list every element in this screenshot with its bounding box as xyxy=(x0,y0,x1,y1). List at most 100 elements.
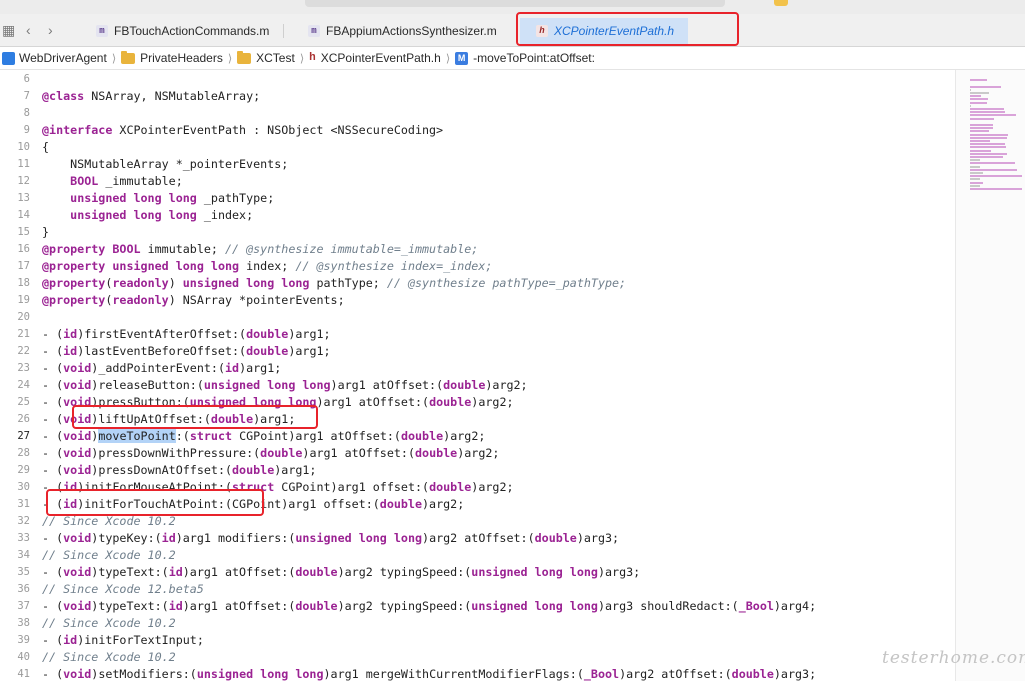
warning-indicator[interactable] xyxy=(774,0,788,6)
code-line[interactable]: 12 BOOL _immutable; xyxy=(0,173,955,190)
code-token: - ( xyxy=(42,667,64,681)
minimap-line xyxy=(970,108,1004,110)
minimap-line xyxy=(970,146,1006,149)
code-line[interactable]: 37 - (void)typeText:(id)arg1 atOffset:(do… xyxy=(0,598,955,615)
code-line[interactable]: 30 - (id)initForMouseAtPoint:(struct CGPo… xyxy=(0,479,955,496)
code-line[interactable]: 14 unsigned long long _index; xyxy=(0,207,955,224)
breadcrumb-method[interactable]: M -moveToPoint:atOffset: xyxy=(455,51,595,65)
code-keyword: double xyxy=(210,412,254,426)
tab-fbappiumactionssynthesizer[interactable]: m FBAppiumActionsSynthesizer.m xyxy=(308,18,497,44)
code-line[interactable]: 36 // Since Xcode 12.beta5 xyxy=(0,581,955,598)
code-line[interactable]: 32 // Since Xcode 10.2 xyxy=(0,513,955,530)
code-keyword: double xyxy=(246,344,289,358)
minimap-line xyxy=(970,162,1015,165)
code-line[interactable]: 28- (void)pressDownWithPressure:(double)… xyxy=(0,445,955,462)
line-number: 28 xyxy=(17,447,30,459)
code-keyword: id xyxy=(168,565,183,579)
minimap-line xyxy=(970,149,991,152)
code-line[interactable]: 9 @interface XCPointerEventPath : NSObjec… xyxy=(0,122,955,139)
code-editor[interactable]: 6 7 @class NSArray, NSMutableArray; 8 9 @inte… xyxy=(0,70,955,681)
code-text: - (id)lastEventBeforeOffset:(double)arg1… xyxy=(42,343,331,360)
line-number: 20 xyxy=(17,311,30,323)
code-line[interactable]: 25 - (void)pressButton:(unsigned long lon… xyxy=(0,394,955,411)
code-token: )lastEventBeforeOffset:( xyxy=(77,344,247,358)
code-line[interactable]: 15} xyxy=(0,224,955,241)
code-keyword: double xyxy=(232,463,275,477)
code-keyword: id xyxy=(63,480,78,494)
jump-bar-breadcrumb: WebDriverAgent ⟩ PrivateHeaders ⟩ XCTest… xyxy=(0,47,1025,70)
code-line[interactable]: 13 unsigned long long _pathType; xyxy=(0,190,955,207)
code-line[interactable]: 19 @property(readonly) NSArray *pointerEv… xyxy=(0,292,955,309)
breadcrumb-project[interactable]: WebDriverAgent ⟩ xyxy=(0,51,121,65)
minimap-line xyxy=(970,101,987,104)
code-line[interactable]: 24 - (void)releaseButton:(unsigned long l… xyxy=(0,377,955,394)
code-keyword: double xyxy=(731,667,774,681)
minimap-line xyxy=(970,140,990,142)
breadcrumb-file-label: XCPointerEventPath.h xyxy=(320,51,441,65)
minimap[interactable] xyxy=(955,70,1025,681)
code-line[interactable]: 41 - (void)setModifiers:(unsigned long lo… xyxy=(0,666,955,681)
code-line[interactable]: 20 xyxy=(0,309,955,326)
code-token: index; xyxy=(239,259,296,273)
code-line[interactable]: 16 @property BOOL immutable; // @synthesi… xyxy=(0,241,955,258)
tab-fbtouchactioncommands[interactable]: m FBTouchActionCommands.m xyxy=(96,18,269,44)
code-token: )arg1 mergeWithCurrentModifierFlags:( xyxy=(323,667,584,681)
code-line[interactable]: 27 - (void)moveToPoint:(struct CGPoint)ar… xyxy=(0,428,955,445)
tab-xcpointereventpath[interactable]: h XCPointerEventPath.h xyxy=(520,18,688,44)
code-line[interactable]: 39 - (id)initForTextInput; xyxy=(0,632,955,649)
code-line[interactable]: 40 // Since Xcode 10.2 xyxy=(0,649,955,666)
code-line[interactable]: 21 - (id)firstEventAfterOffset:(double)ar… xyxy=(0,326,955,343)
code-text: - (void)typeKey:(id)arg1 modifiers:(unsi… xyxy=(42,530,619,547)
code-line[interactable]: 17 @property unsigned long long index; //… xyxy=(0,258,955,275)
breadcrumb-file[interactable]: h XCPointerEventPath.h ⟩ xyxy=(309,51,455,65)
code-line[interactable]: 35 - (void)typeText:(id)arg1 atOffset:(do… xyxy=(0,564,955,581)
code-line[interactable]: 38 // Since Xcode 10.2 xyxy=(0,615,955,632)
code-line[interactable]: 7 @class NSArray, NSMutableArray; xyxy=(0,88,955,105)
code-token: )arg4; xyxy=(773,599,817,613)
code-token: - ( xyxy=(42,599,64,613)
back-arrow-icon[interactable]: ‹ xyxy=(26,21,31,39)
minimap-line xyxy=(970,178,980,181)
code-line[interactable]: 11 NSMutableArray *_pointerEvents; xyxy=(0,156,955,173)
code-keyword: double xyxy=(379,497,423,511)
line-number: 14 xyxy=(17,209,30,221)
code-text: BOOL _immutable; xyxy=(42,173,183,190)
code-line[interactable]: 34 // Since Xcode 10.2 xyxy=(0,547,955,564)
code-line[interactable]: 26 - (void)liftUpAtOffset:(double)arg1; xyxy=(0,411,955,428)
code-line[interactable]: 6 xyxy=(0,71,955,88)
minimap-line xyxy=(970,104,971,107)
forward-arrow-icon[interactable]: › xyxy=(48,21,53,39)
code-token: )arg1 atOffset:( xyxy=(182,599,296,613)
breadcrumb-folder-label: XCTest xyxy=(256,51,295,65)
minimap-line xyxy=(970,152,1007,155)
code-line[interactable]: 23 - (void)_addPointerEvent:(id)arg1; xyxy=(0,360,955,377)
line-number: 40 xyxy=(17,651,30,663)
code-line[interactable]: 10 { xyxy=(0,139,955,156)
minimap-line xyxy=(970,92,989,94)
code-token: )initForMouseAtPoint:( xyxy=(77,480,233,494)
code-token: - ( xyxy=(42,429,64,443)
code-token: )arg1; xyxy=(288,344,331,358)
code-line[interactable]: 31 - (id)initForTouchAtPoint:(CGPoint)arg… xyxy=(0,496,955,513)
code-line[interactable]: 8 xyxy=(0,105,955,122)
code-line[interactable]: 18 @property(readonly) unsigned long long… xyxy=(0,275,955,292)
code-line[interactable]: 29 - (void)pressDownAtOffset:(double)arg1… xyxy=(0,462,955,479)
code-token: )arg1 atOffset:( xyxy=(330,378,444,392)
code-text: @property(readonly) NSArray *pointerEven… xyxy=(42,292,345,309)
chevron-right-icon: ⟩ xyxy=(111,52,117,65)
code-comment: // @synthesize immutable=_immutable; xyxy=(225,242,479,256)
code-line[interactable]: 33 - (void)typeKey:(id)arg1 modifiers:(un… xyxy=(0,530,955,547)
code-keyword: double xyxy=(429,480,472,494)
code-line[interactable]: 22 - (id)lastEventBeforeOffset:(double)ar… xyxy=(0,343,955,360)
breadcrumb-folder-privateheaders[interactable]: PrivateHeaders ⟩ xyxy=(121,50,237,65)
code-text: unsigned long long _index; xyxy=(42,207,253,224)
grid-icon[interactable]: ▦ xyxy=(2,21,15,39)
line-number: 19 xyxy=(17,294,30,306)
code-keyword: id xyxy=(63,344,78,358)
code-token: )arg2 atOffset:( xyxy=(422,531,535,545)
minimap-line xyxy=(970,130,989,133)
code-keyword: void xyxy=(63,565,92,579)
breadcrumb-folder-xctest[interactable]: XCTest ⟩ xyxy=(237,50,309,65)
